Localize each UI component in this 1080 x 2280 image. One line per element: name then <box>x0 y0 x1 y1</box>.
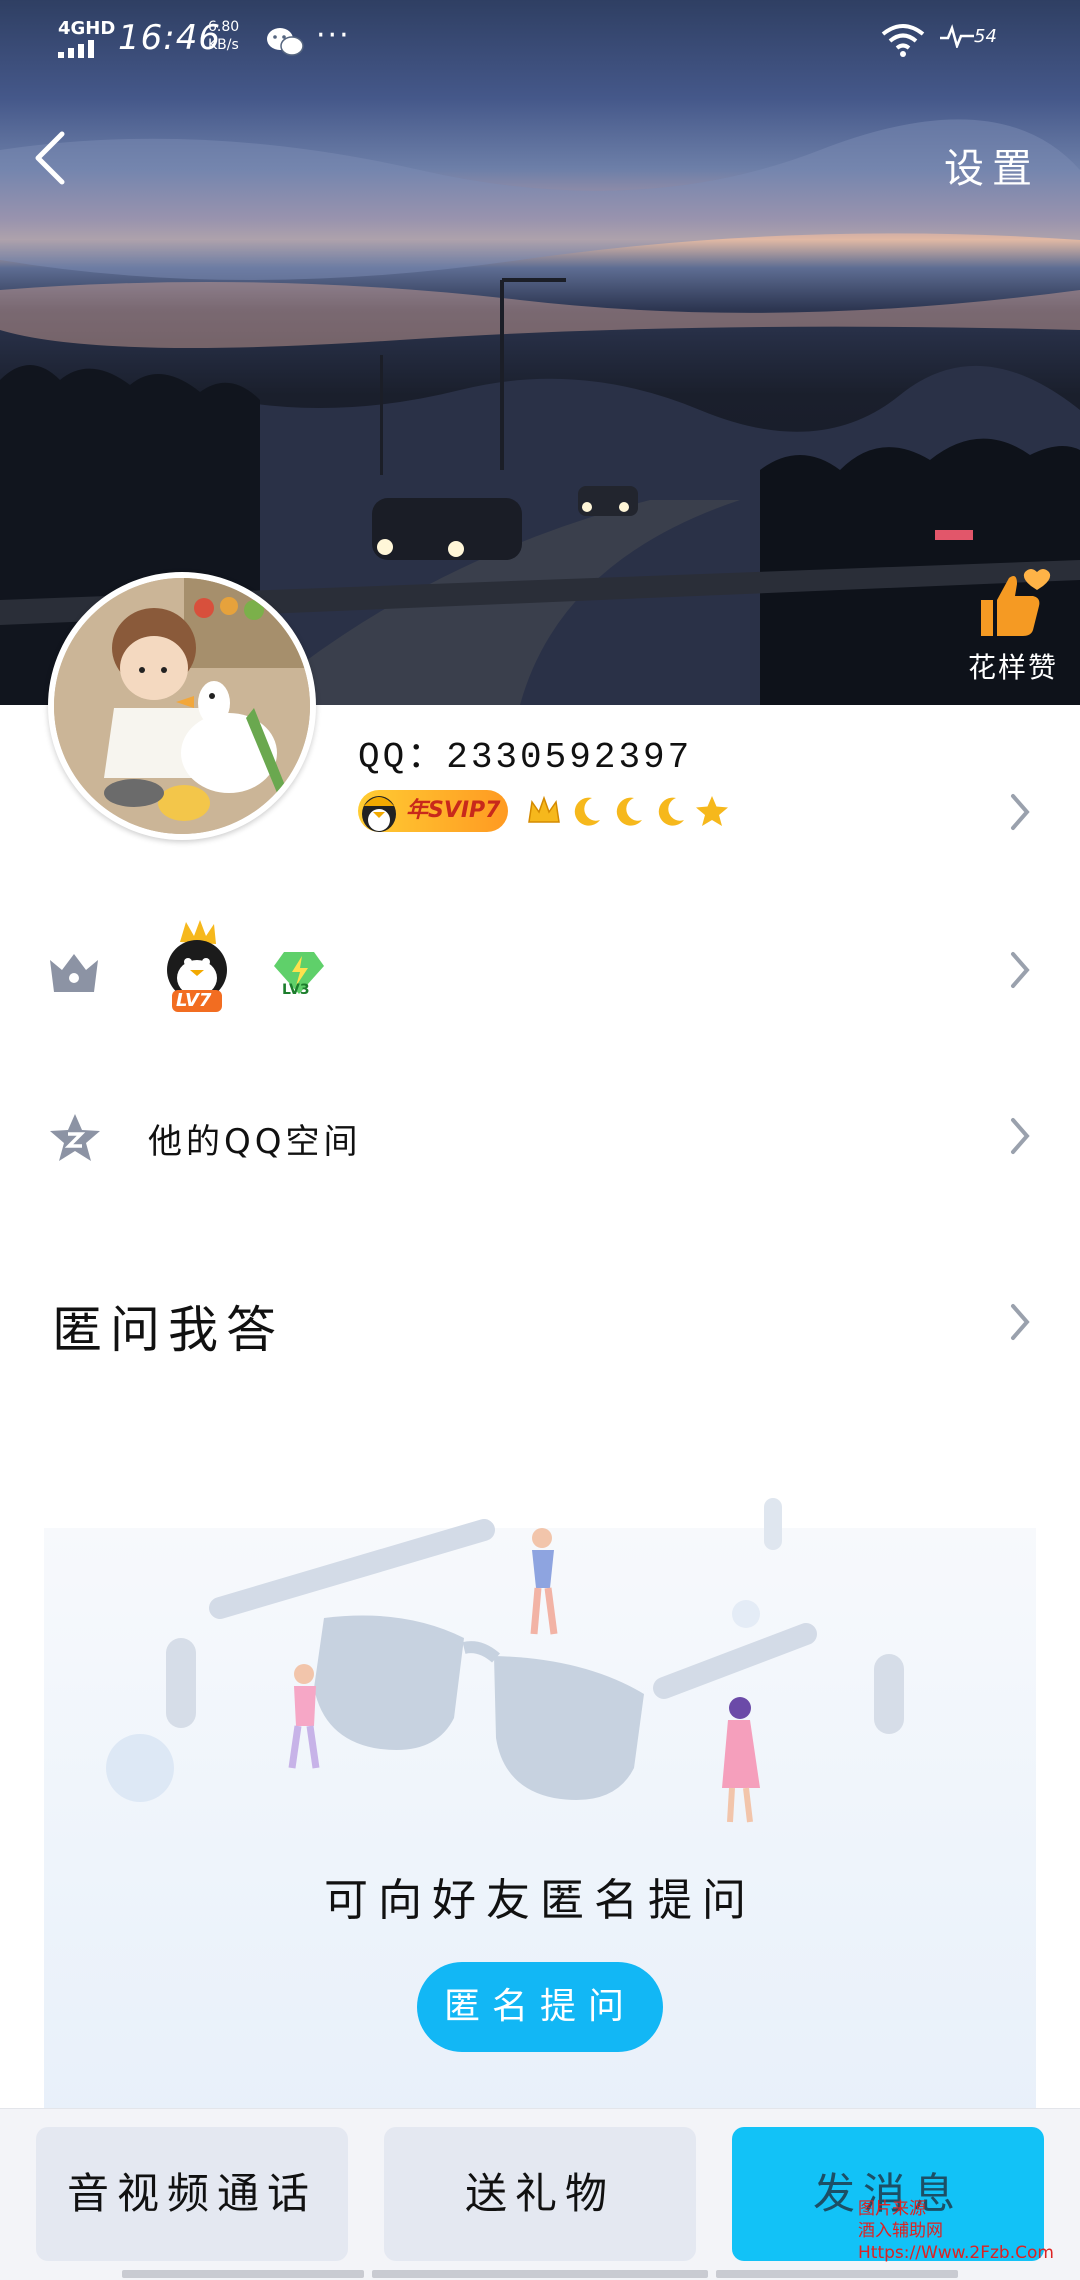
signal-icon <box>58 38 102 58</box>
level-row[interactable]: LV7 LV3 <box>0 900 1080 1040</box>
battery-level: 54 <box>974 26 997 47</box>
star-icon <box>696 796 728 826</box>
sunglasses-illustration <box>106 1498 904 1823</box>
chevron-right-icon <box>1011 1118 1030 1154</box>
network-speed-value: 6.80 <box>208 19 240 35</box>
anonymous-qa-title: 匿问我答 <box>52 1301 284 1359</box>
qq-label: QQ： <box>358 737 447 778</box>
avatar[interactable] <box>48 572 316 840</box>
watermark: 图片来源 酒入辅助网 Https://Www.2Fzb.Com <box>858 2198 1054 2264</box>
qzone-label: 他的QQ空间 <box>148 1122 362 1162</box>
nav-indicator <box>122 2270 364 2278</box>
nav-indicator <box>372 2270 708 2278</box>
settings-button[interactable]: 设置 <box>944 136 1040 194</box>
watermark-line: Https://Www.2Fzb.Com <box>858 2243 1054 2263</box>
network-speed-unit: KB/s <box>208 37 239 53</box>
anonymous-qa-prompt: 可向好友匿名提问 <box>324 1875 756 1926</box>
thumbs-up-icon <box>981 569 1051 636</box>
ask-anonymous-button[interactable]: 匿名提问 <box>417 1962 663 2052</box>
network-speed: 6.80 KB/s <box>208 18 258 54</box>
qzone-star-icon <box>50 1114 100 1161</box>
video-call-button[interactable]: 音视频通话 <box>36 2127 348 2261</box>
watermark-line: 图片来源 <box>858 2199 926 2219</box>
crown-outline-icon <box>50 954 98 992</box>
clock: 16:46 <box>118 18 221 58</box>
qq-number: 2330592397 <box>446 737 693 778</box>
chevron-right-icon <box>1011 1304 1030 1340</box>
back-icon[interactable] <box>26 128 74 188</box>
like-label: 花样赞 <box>967 651 1058 684</box>
game-level-badge: LV3 <box>282 982 310 998</box>
chevron-right-icon[interactable] <box>1008 792 1032 832</box>
crown-icon <box>528 795 560 823</box>
svip-badge: 年SVIP7 <box>358 790 508 832</box>
vip-badges[interactable]: 年SVIP7 <box>358 788 730 834</box>
nav-indicator <box>716 2270 958 2278</box>
penguin-icon <box>362 796 396 832</box>
anonymous-qa-card: 可向好友匿名提问 匿名提问 <box>44 1498 1036 2128</box>
moon-icon <box>616 797 642 826</box>
level-icons <box>526 794 730 828</box>
status-bar: 4GHD 16:46 6.80 KB/s ··· 54 <box>0 0 1080 80</box>
wechat-icon <box>267 28 304 56</box>
svip-badge-label: 年SVIP7 <box>406 798 501 823</box>
wifi-icon <box>881 24 925 57</box>
battery-icon: 54 <box>940 24 1000 52</box>
moon-icon <box>658 797 684 826</box>
more-notifications-icon: ··· <box>316 18 351 53</box>
moon-icon <box>574 797 600 826</box>
avatar-illustration <box>54 578 310 834</box>
send-gift-button[interactable]: 送礼物 <box>384 2127 696 2261</box>
qq-level-badge: LV7 <box>176 990 212 1011</box>
qq-number-line: QQ：2330592397 <box>358 726 692 778</box>
network-type: 4GHD <box>58 18 116 39</box>
chevron-right-icon <box>1011 952 1030 988</box>
watermark-line: 酒入辅助网 <box>858 2221 943 2241</box>
like-button[interactable]: 花样赞 <box>958 568 1068 705</box>
